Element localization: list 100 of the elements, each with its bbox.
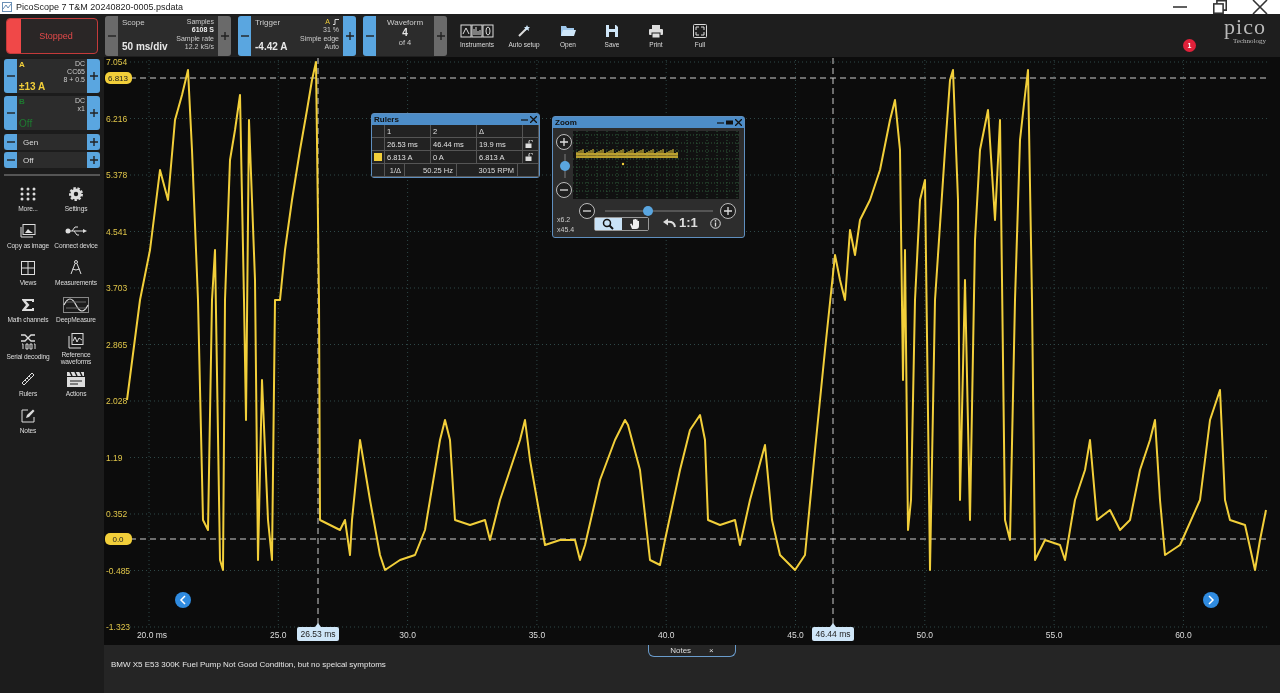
decrease-button[interactable] [238,15,251,56]
decrease-button[interactable] [4,59,17,93]
trigger-value[interactable]: -4.42 A [255,40,288,54]
window-title: PicoScope 7 T&M 20240820-0005.psdata [16,2,183,12]
generator-row[interactable]: Gen [4,134,100,150]
increase-button[interactable] [434,15,447,56]
close-button[interactable]: × [709,646,714,655]
note-text: BMW X5 E53 300K Fuel Pump Not Good Condition, but no speical symptoms [111,660,387,669]
scope-label: Scope [122,17,146,27]
ruler-line[interactable] [129,538,1269,540]
plus-icon [89,156,98,164]
axis-tick-label: 4.541 [106,226,128,237]
scroll-arrow-button[interactable] [175,592,191,608]
channel-name: A [19,60,26,69]
axis-tick-label: 45.0 [787,630,804,640]
axis-tick-label: 3.703 [106,283,128,293]
fullscreen-icon [693,23,707,38]
axis-tick-label: 6.216 [106,113,128,124]
waveform-number: 4 [402,26,408,38]
axis-tick-label: 5.378 [106,170,128,180]
generator-row[interactable]: Off [4,152,100,168]
channel-range: ±13 A [19,81,46,92]
axis-tick-label: -1.323 [106,622,131,632]
slider-thumb[interactable] [643,206,654,216]
minus-icon [583,207,591,215]
ruler-line[interactable] [317,57,319,627]
minimize-icon[interactable] [717,119,724,126]
unlocked-icon[interactable] [525,153,533,161]
increase-button[interactable] [343,15,356,56]
plus-icon [220,31,229,40]
app-icon [2,2,12,12]
minus-icon [6,156,15,164]
close-icon[interactable] [530,116,537,123]
axis-tick-label: 35.0 [528,630,546,640]
ruler-value-label[interactable]: 0.0 [105,533,132,545]
axis-tick-label: 2.865 [106,339,128,350]
save-icon [605,23,619,38]
plus-icon [89,72,98,80]
minus-icon [560,186,568,194]
scroll-arrow-button[interactable] [1203,592,1219,608]
slider-thumb[interactable] [560,161,570,171]
zoom-in-button[interactable] [720,203,736,219]
trigger-label: Trigger [255,17,282,27]
plus-icon [345,31,354,40]
increase-button[interactable] [87,59,100,93]
close-icon[interactable] [735,119,742,126]
ruler-value-label[interactable]: 6.813 [105,72,132,84]
reference-waveform-icon [68,332,84,349]
decrease-button[interactable] [363,15,376,56]
decrease-button[interactable] [105,15,118,56]
reset-zoom-button[interactable]: 1:1 [679,215,698,230]
zoom-mode-button[interactable] [595,218,622,230]
mode-toggle[interactable] [594,217,649,231]
decrease-button[interactable] [4,96,17,130]
axis-tick-label: 7.054 [106,57,128,67]
axis-tick-label: 1.19 [106,452,123,463]
instruments-icon [460,23,494,38]
note-icon [21,408,35,423]
usb-icon [65,224,87,237]
waveform-label: Waveform [386,17,424,27]
increase-button[interactable] [87,152,100,168]
axis-tick-label: -0.485 [106,565,131,576]
notes-tab[interactable]: Notes × [648,645,736,657]
wand-icon [517,23,531,38]
info-icon[interactable] [710,218,721,229]
magnifier-icon [602,218,615,230]
minus-icon [6,138,15,146]
ruler-line[interactable] [832,57,834,627]
compass-icon [69,260,83,275]
axis-tick-label: 25.0 [270,630,287,640]
overview-grid[interactable] [573,131,739,199]
axis-tick-label: 30.0 [399,630,416,640]
zoom-in-button[interactable] [556,134,572,150]
zoom-out-button[interactable] [556,182,572,198]
plus-icon [89,109,98,117]
plus-icon [560,138,568,146]
clapperboard-icon [66,370,86,387]
channel-name: B [19,97,26,106]
axis-tick-label: 55.0 [1045,630,1063,640]
table-cell [372,125,385,138]
sine-wave-icon [63,296,89,313]
axis-tick-label: 20.0 ms [136,630,168,640]
stop-button[interactable]: Stopped [6,17,98,54]
timebase-value[interactable]: 50 ms/div [122,40,168,54]
decrease-button[interactable] [4,152,17,168]
zoom-out-button[interactable] [579,203,595,219]
unlocked-icon[interactable] [525,140,533,148]
decrease-button[interactable] [4,134,17,150]
maximize-icon[interactable] [726,119,733,126]
image-icon [20,223,36,238]
window-title: Zoom [555,118,577,127]
minimize-icon[interactable] [521,116,528,123]
increase-button[interactable] [87,96,100,130]
logo-text: pico [1224,17,1266,37]
ruler-icon [21,371,35,386]
increase-button[interactable] [218,15,231,56]
minus-icon [6,72,15,80]
rising-edge-icon [333,18,339,25]
increase-button[interactable] [87,134,100,150]
undo-icon[interactable] [663,217,676,228]
